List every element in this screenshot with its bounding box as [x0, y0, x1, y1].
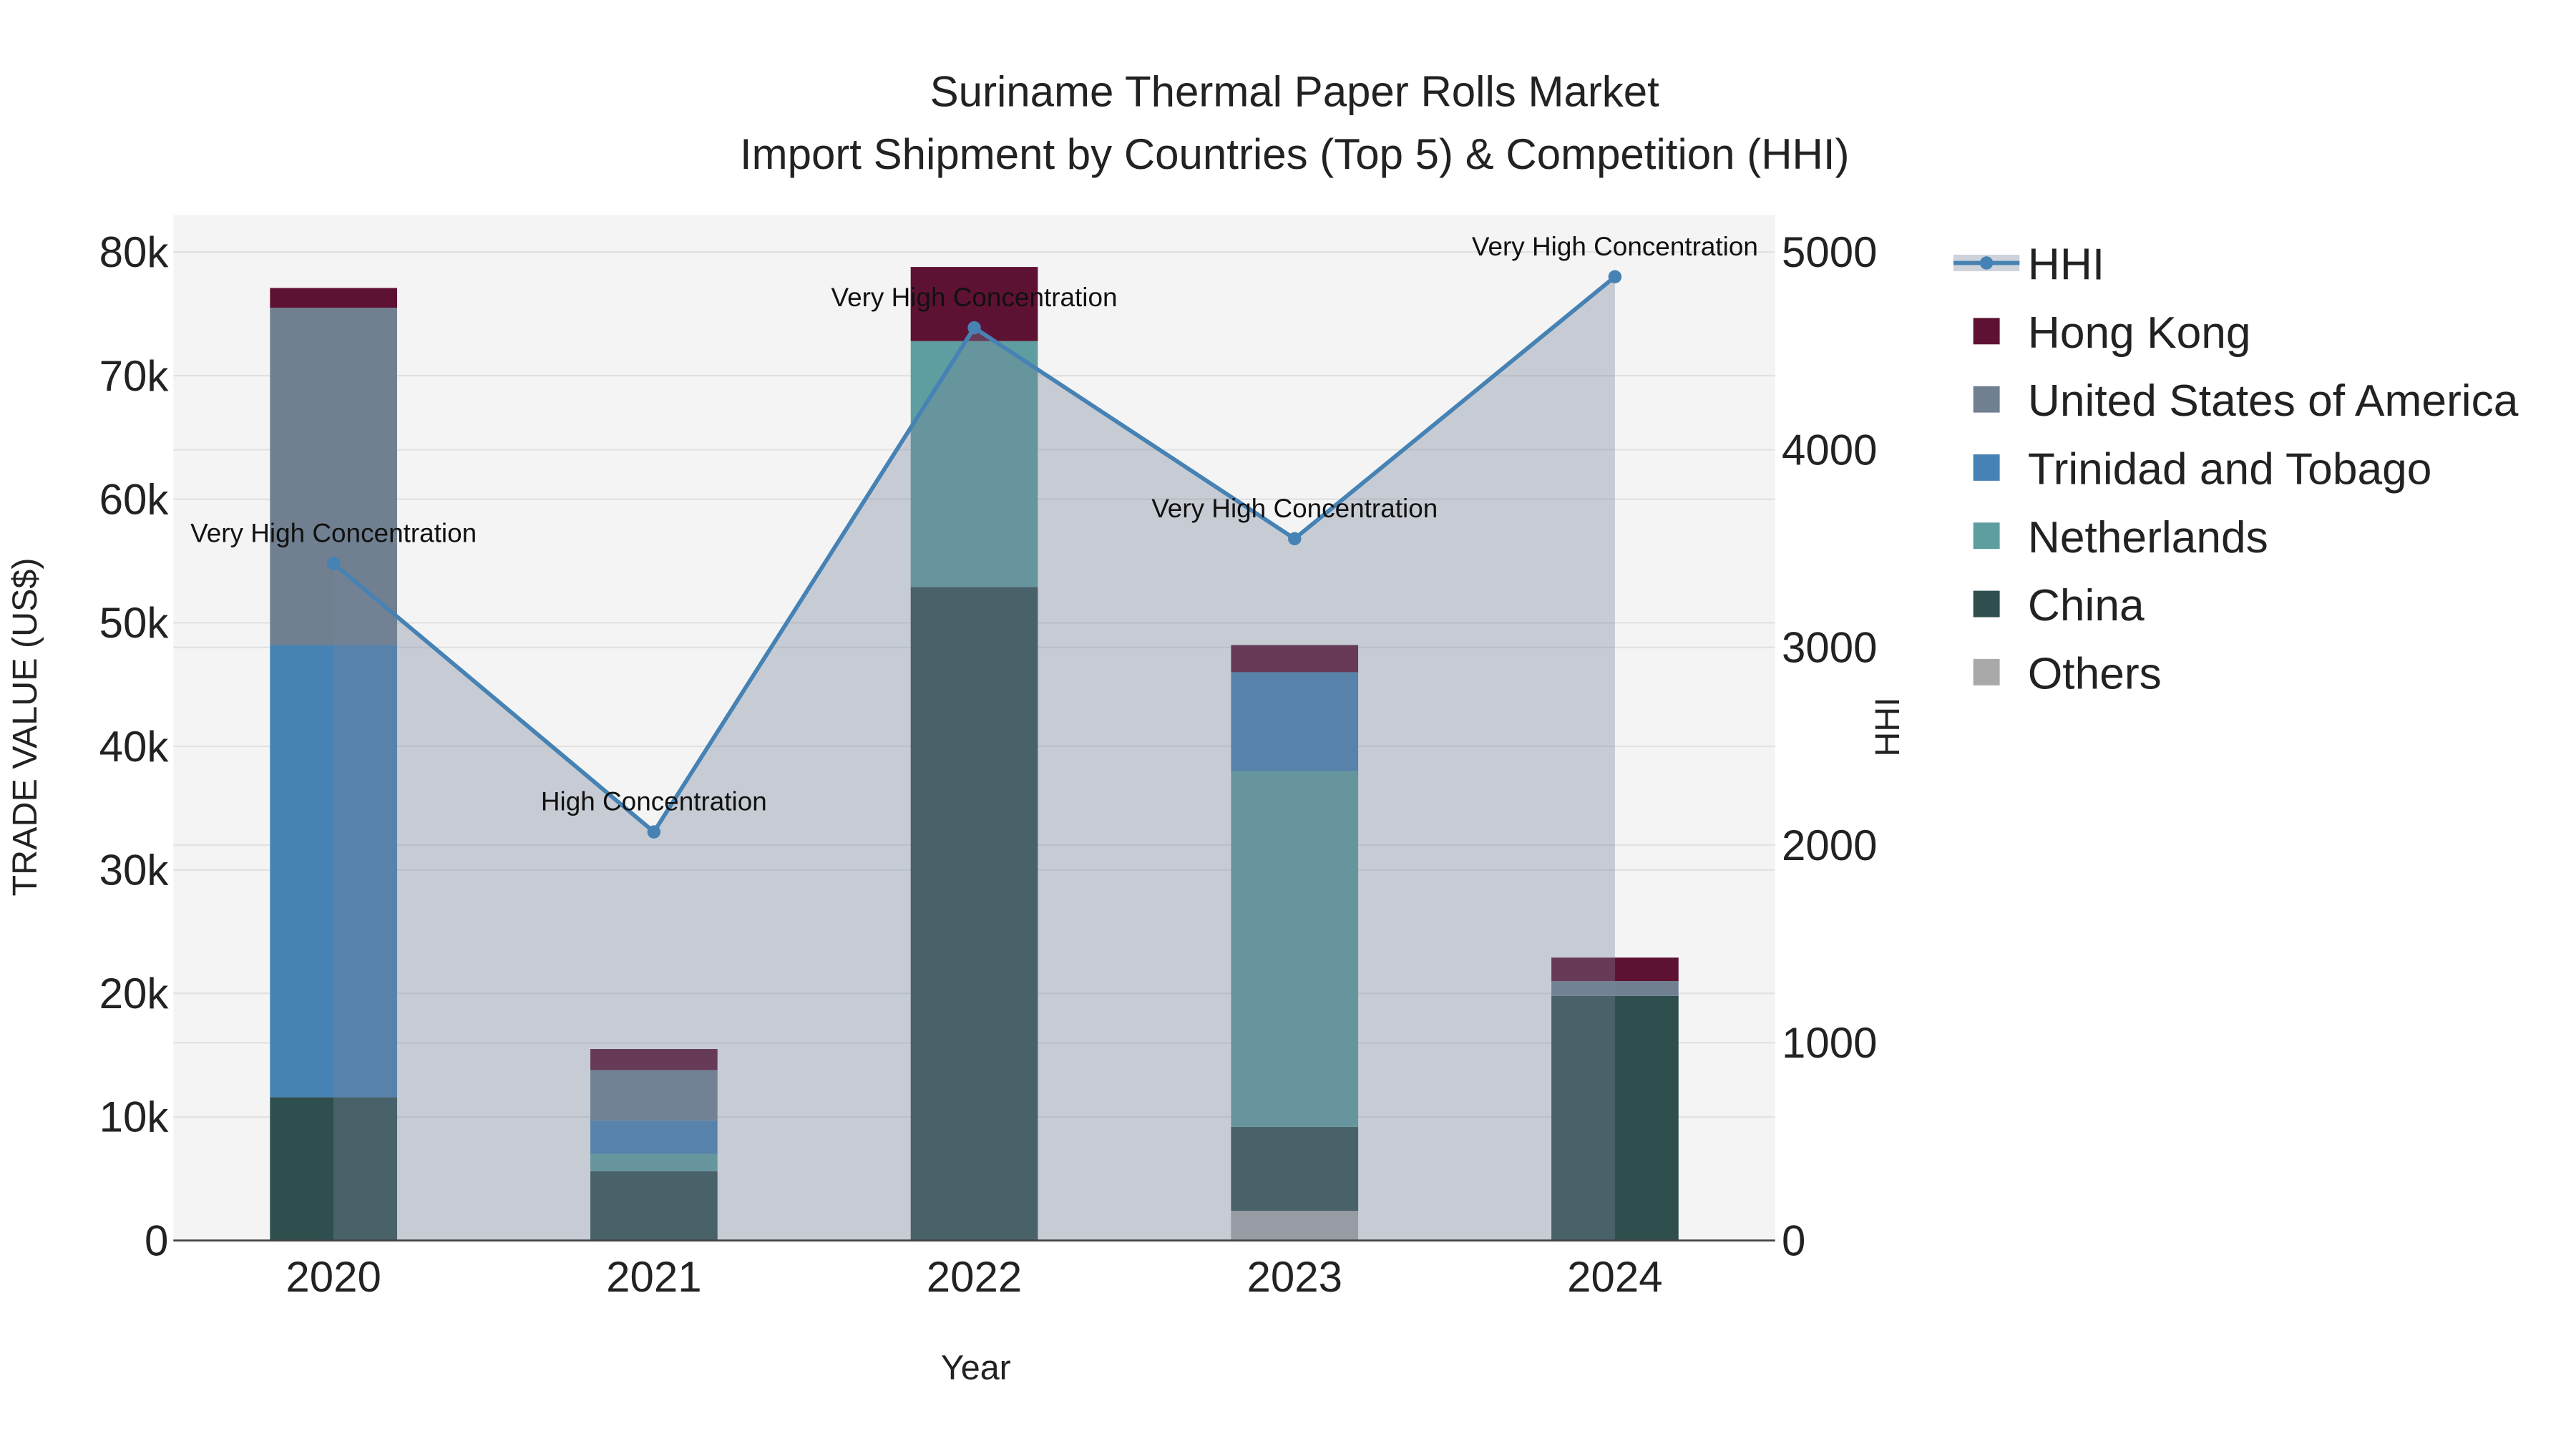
- y-tick-label: 80k: [99, 228, 170, 276]
- legend-item-others[interactable]: Others: [1973, 649, 2162, 698]
- x-tick-label: 2024: [1567, 1253, 1662, 1301]
- y-axis-ticks: 0 10k 20k 30k 40k 50k 60k 70k 80k: [99, 228, 170, 1264]
- hhi-annotation: High Concentration: [541, 787, 767, 816]
- legend-swatch: [1973, 522, 2000, 550]
- legend-label: China: [2028, 581, 2145, 630]
- y2-tick-label: 0: [1782, 1216, 1805, 1264]
- hhi-point[interactable]: [967, 321, 981, 335]
- legend-label: Netherlands: [2028, 513, 2268, 562]
- bar-hong-kong[interactable]: [270, 288, 397, 308]
- legend-swatch: [1973, 658, 2000, 686]
- y-tick-label: 50k: [99, 599, 170, 647]
- x-tick-label: 2023: [1246, 1253, 1342, 1301]
- legend-item-china[interactable]: China: [1973, 581, 2145, 630]
- y2-axis-title: HHI: [1868, 697, 1907, 756]
- legend-label: Trinidad and Tobago: [2028, 444, 2432, 494]
- x-tick-label: 2022: [927, 1253, 1022, 1301]
- legend-swatch: [1973, 590, 2000, 618]
- y2-tick-label: 3000: [1782, 624, 1877, 672]
- y-tick-label: 30k: [99, 846, 170, 894]
- chart-subtitle: Import Shipment by Countries (Top 5) & C…: [740, 130, 1850, 178]
- y-tick-label: 20k: [99, 970, 170, 1018]
- legend-swatch: [1973, 318, 2000, 345]
- y2-tick-label: 1000: [1782, 1019, 1877, 1067]
- hhi-annotation: Very High Concentration: [831, 283, 1118, 312]
- hhi-point[interactable]: [1608, 270, 1622, 284]
- legend-item-trinidad-and-tobago[interactable]: Trinidad and Tobago: [1973, 444, 2432, 494]
- hhi-annotation: Very High Concentration: [190, 518, 477, 547]
- legend-label: HHI: [2028, 240, 2104, 290]
- legend-swatch-marker: [1979, 256, 1994, 270]
- legend-swatch: [1973, 386, 2000, 413]
- x-tick-label: 2021: [606, 1253, 701, 1301]
- y-tick-label: 70k: [99, 352, 170, 400]
- y-tick-label: 40k: [99, 723, 170, 771]
- hhi-point[interactable]: [647, 825, 661, 839]
- legend-item-united-states-of-america[interactable]: United States of America: [1973, 376, 2519, 426]
- hhi-annotation: Very High Concentration: [1151, 494, 1438, 523]
- y-tick-label: 0: [145, 1216, 168, 1264]
- hhi-point[interactable]: [326, 557, 341, 570]
- legend-swatch: [1973, 454, 2000, 481]
- x-axis-ticks: 2020 2021 2022 2023 2024: [286, 1253, 1662, 1301]
- chart: Very High Concentration High Concentratio…: [6, 67, 2519, 1387]
- x-axis-title: Year: [941, 1349, 1011, 1387]
- y2-tick-label: 5000: [1782, 228, 1877, 276]
- y-tick-label: 10k: [99, 1093, 170, 1141]
- legend-label: Others: [2028, 649, 2162, 698]
- y2-axis-ticks: 0 1000 2000 3000 4000 5000: [1782, 228, 1877, 1264]
- x-tick-label: 2020: [286, 1253, 381, 1301]
- legend-item-hong-kong[interactable]: Hong Kong: [1973, 308, 2251, 358]
- legend-label: Hong Kong: [2028, 308, 2251, 358]
- hhi-annotation: Very High Concentration: [1472, 232, 1758, 261]
- y2-tick-label: 2000: [1782, 821, 1877, 869]
- legend-item-netherlands[interactable]: Netherlands: [1973, 513, 2268, 562]
- hhi-point[interactable]: [1288, 532, 1302, 546]
- legend: HHI Hong Kong United States of America Trin…: [1953, 240, 2519, 698]
- y2-tick-label: 4000: [1782, 426, 1877, 474]
- chart-title: Suriname Thermal Paper Rolls Market: [930, 67, 1660, 115]
- legend-item-hhi[interactable]: HHI: [1953, 240, 2104, 290]
- legend-label: United States of America: [2028, 376, 2519, 426]
- y-axis-title: TRADE VALUE (US$): [6, 557, 44, 896]
- y-tick-label: 60k: [99, 475, 170, 523]
